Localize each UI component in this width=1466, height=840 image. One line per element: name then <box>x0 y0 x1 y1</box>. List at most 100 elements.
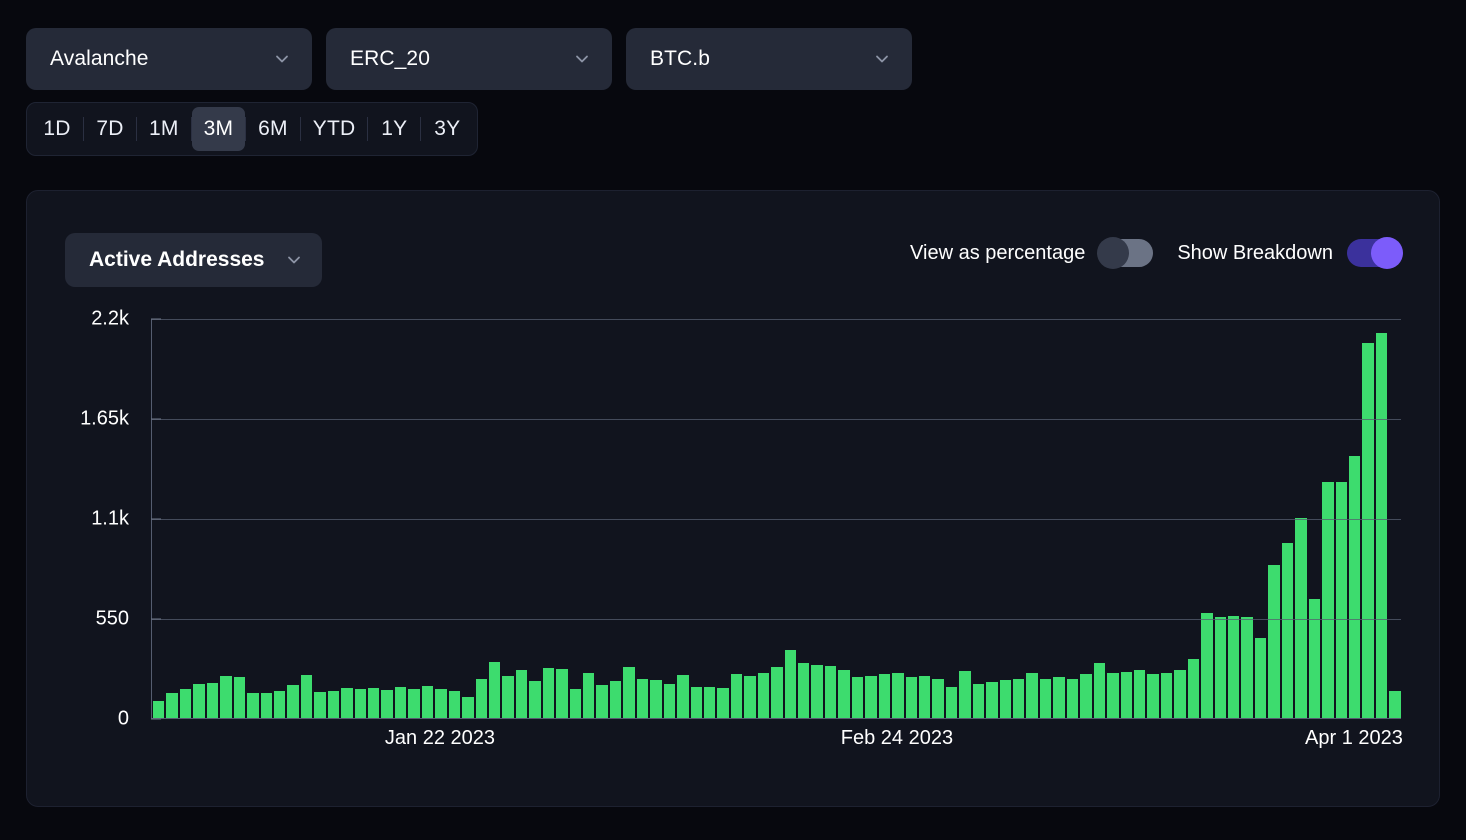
bar[interactable] <box>811 665 823 718</box>
bar[interactable] <box>824 666 837 718</box>
bar[interactable] <box>1322 481 1334 718</box>
view-as-percentage-toggle[interactable] <box>1097 237 1154 269</box>
bar[interactable] <box>193 684 205 718</box>
bar[interactable] <box>744 676 756 718</box>
bar[interactable] <box>556 668 568 718</box>
range-tab-7d[interactable]: 7D <box>84 107 136 151</box>
bar[interactable] <box>260 692 272 718</box>
range-tab-1y[interactable]: 1Y <box>368 107 420 151</box>
bar[interactable] <box>999 679 1011 718</box>
bar[interactable] <box>838 669 850 718</box>
bar[interactable] <box>153 700 165 718</box>
bar[interactable] <box>986 681 998 718</box>
bar[interactable] <box>368 688 380 718</box>
bar[interactable] <box>314 691 326 718</box>
bar[interactable] <box>166 692 178 718</box>
bar[interactable] <box>1214 617 1226 718</box>
bar[interactable] <box>918 676 931 718</box>
bar[interactable] <box>515 669 528 718</box>
bar[interactable] <box>1080 674 1092 718</box>
bar[interactable] <box>233 677 246 718</box>
bar[interactable] <box>1241 617 1253 718</box>
range-tab-3y[interactable]: 3Y <box>421 107 473 151</box>
bar[interactable] <box>1120 671 1132 718</box>
show-breakdown-toggle[interactable] <box>1347 237 1403 269</box>
bar[interactable] <box>583 673 595 718</box>
bar[interactable] <box>475 678 487 718</box>
bar[interactable] <box>1308 598 1321 718</box>
bar[interactable] <box>488 661 501 718</box>
bar[interactable] <box>1093 663 1106 718</box>
bar[interactable] <box>327 690 340 718</box>
bar[interactable] <box>1254 638 1267 718</box>
bar[interactable] <box>341 688 353 718</box>
bar[interactable] <box>542 668 555 718</box>
chain-select[interactable]: Avalanche <box>26 28 312 90</box>
bar[interactable] <box>972 684 985 718</box>
metric-select[interactable]: Active Addresses <box>65 233 323 287</box>
range-tab-ytd[interactable]: YTD <box>301 107 368 151</box>
bar[interactable] <box>421 686 434 718</box>
bar[interactable] <box>435 688 447 718</box>
bar[interactable] <box>757 673 770 718</box>
bar[interactable] <box>502 676 514 718</box>
bar[interactable] <box>771 667 783 718</box>
bar[interactable] <box>932 678 944 718</box>
bar[interactable] <box>462 697 474 718</box>
bar[interactable] <box>448 690 461 718</box>
bar[interactable] <box>717 688 729 718</box>
bar[interactable] <box>798 663 810 718</box>
bar[interactable] <box>529 680 541 718</box>
token-select[interactable]: BTC.b <box>626 28 912 90</box>
bar[interactable] <box>1053 677 1065 718</box>
bar[interactable] <box>878 674 891 718</box>
bar[interactable] <box>865 676 877 718</box>
bar[interactable] <box>1335 481 1347 718</box>
bar[interactable] <box>623 667 635 718</box>
bar[interactable] <box>905 677 917 718</box>
range-tab-6m[interactable]: 6M <box>246 107 300 151</box>
bar[interactable] <box>1375 332 1388 718</box>
bar[interactable] <box>690 687 702 718</box>
bar[interactable] <box>1281 542 1294 718</box>
bar[interactable] <box>1389 690 1401 718</box>
bar[interactable] <box>596 685 608 718</box>
bar[interactable] <box>636 678 649 718</box>
bar[interactable] <box>609 680 622 718</box>
bar[interactable] <box>220 676 232 718</box>
standard-select[interactable]: ERC_20 <box>326 28 612 90</box>
range-tab-1d[interactable]: 1D <box>31 107 83 151</box>
bar[interactable] <box>394 687 407 718</box>
bar[interactable] <box>1147 674 1159 718</box>
bar[interactable] <box>1348 456 1361 718</box>
bar[interactable] <box>569 688 581 718</box>
bar[interactable] <box>945 687 958 718</box>
bar[interactable] <box>663 684 676 718</box>
bar[interactable] <box>1174 669 1186 718</box>
range-tab-3m[interactable]: 3M <box>191 107 246 151</box>
bar[interactable] <box>1228 616 1240 718</box>
bar[interactable] <box>959 670 971 718</box>
bar[interactable] <box>677 675 689 718</box>
bar[interactable] <box>1066 678 1079 718</box>
bar[interactable] <box>851 677 864 718</box>
range-tab-1m[interactable]: 1M <box>137 107 191 151</box>
bar[interactable] <box>1013 678 1025 718</box>
bar[interactable] <box>1160 672 1173 718</box>
bar[interactable] <box>381 689 393 718</box>
bar[interactable] <box>892 673 904 718</box>
bar[interactable] <box>179 688 192 718</box>
bar[interactable] <box>273 690 286 718</box>
bar[interactable] <box>1187 658 1200 718</box>
bar[interactable] <box>1133 669 1146 718</box>
bar[interactable] <box>1362 343 1374 718</box>
bar[interactable] <box>1268 565 1280 718</box>
bar[interactable] <box>1039 678 1052 718</box>
bar[interactable] <box>408 688 420 718</box>
bar[interactable] <box>300 675 313 718</box>
bar[interactable] <box>1295 518 1307 718</box>
bar[interactable] <box>784 649 796 718</box>
bar[interactable] <box>206 682 219 718</box>
bar[interactable] <box>1201 613 1213 718</box>
bar[interactable] <box>287 685 299 718</box>
